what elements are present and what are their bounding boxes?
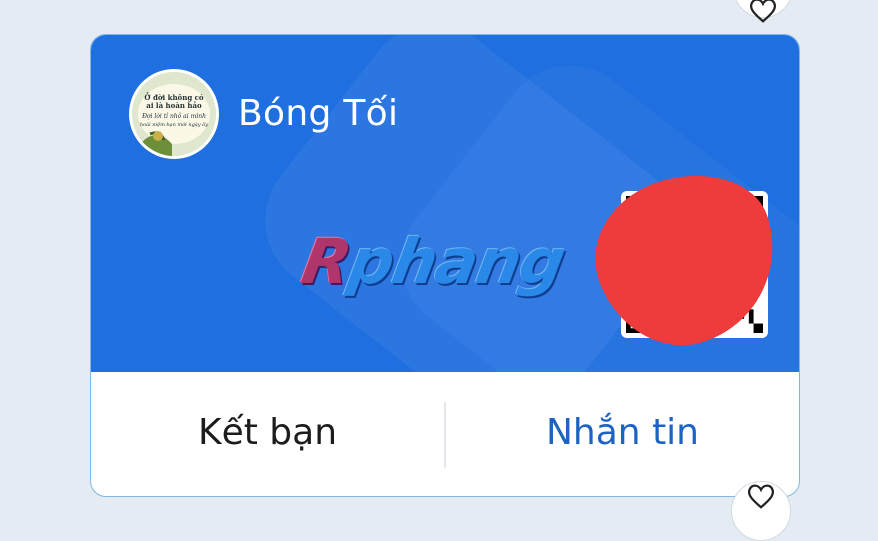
profile-name: Bóng Tối: [238, 93, 399, 134]
profile-actions: Kết bạn Nhắn tin: [91, 372, 799, 496]
favorite-button-bottom[interactable]: [731, 481, 791, 541]
profile-card: Ở đời không có ai là hoàn hảo Đợi lời tỉ…: [90, 34, 800, 497]
add-friend-button[interactable]: Kết bạn: [91, 366, 444, 496]
avatar[interactable]: Ở đời không có ai là hoàn hảo Đợi lời tỉ…: [129, 69, 219, 159]
watermark-logo: Rphang: [297, 225, 571, 298]
avatar-caption-line: hoài niệm bạn mới ngày ấy: [139, 122, 209, 128]
avatar-image: Ở đời không có ai là hoàn hảo Đợi lời tỉ…: [132, 72, 216, 156]
watermark-text: phang: [343, 225, 571, 298]
profile-card-header: Ở đời không có ai là hoàn hảo Đợi lời tỉ…: [91, 35, 799, 372]
message-button[interactable]: Nhắn tin: [446, 366, 799, 496]
heart-icon: [750, 0, 776, 23]
avatar-caption-line: Đợi lời tỉ nhỏ ai mình: [142, 113, 206, 120]
favorite-button-top[interactable]: [733, 0, 793, 23]
heart-icon: [748, 484, 774, 509]
avatar-caption-line: ai là hoàn hảo: [146, 101, 202, 110]
